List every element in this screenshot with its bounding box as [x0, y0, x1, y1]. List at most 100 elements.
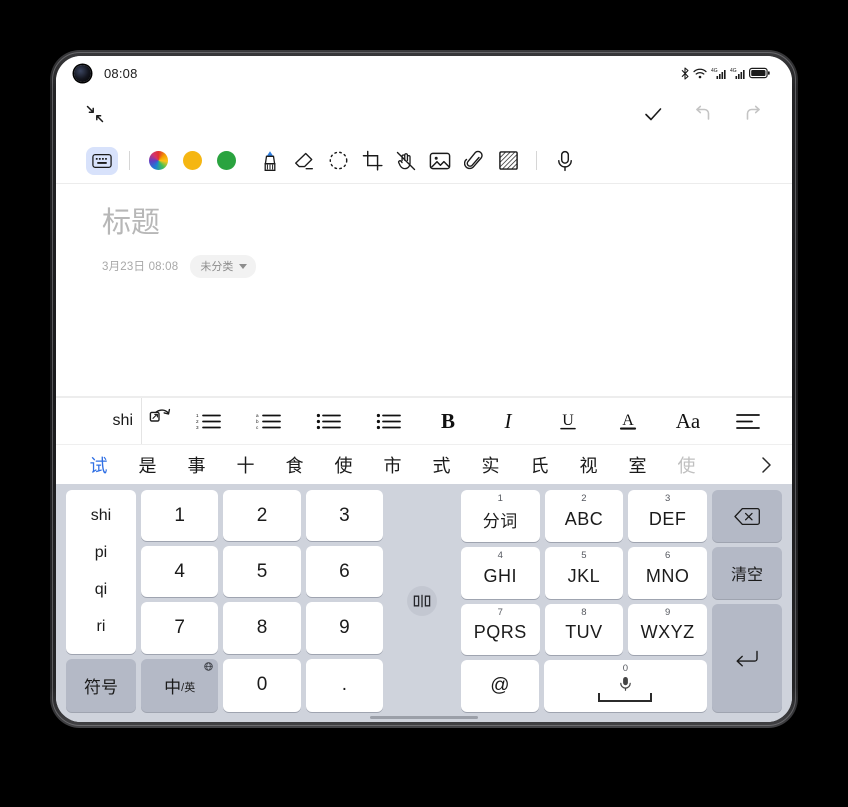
- toolbar-divider-1: [129, 151, 130, 170]
- note-editor-body[interactable]: 标题 3月23日 08:08 未分类: [56, 184, 792, 392]
- key-9[interactable]: 9: [305, 602, 384, 654]
- font-color-button[interactable]: A: [598, 402, 658, 440]
- eraser-tool-button[interactable]: [287, 146, 321, 176]
- pinyin-option[interactable]: ri: [97, 618, 106, 636]
- key-2[interactable]: 2: [223, 490, 301, 542]
- key-t9-3[interactable]: 3 DEF: [628, 490, 707, 542]
- front-camera-punch-hole: [74, 64, 91, 82]
- key-7[interactable]: 7: [141, 602, 219, 654]
- ordered-list-icon: 1 2 3: [196, 413, 221, 430]
- redo-icon[interactable]: [742, 103, 764, 125]
- top-bar-left-group: [84, 103, 106, 125]
- key-3[interactable]: 3: [305, 490, 384, 542]
- pen-tool-button[interactable]: [253, 146, 287, 176]
- insert-image-tool-button[interactable]: [423, 146, 457, 176]
- key-t9-7[interactable]: 7 PQRS: [460, 603, 540, 656]
- key-6[interactable]: 6: [305, 546, 384, 598]
- key-t9-1[interactable]: 1 分词: [460, 490, 540, 542]
- symbols-key[interactable]: 符号: [66, 658, 136, 712]
- key-at[interactable]: @: [460, 660, 539, 712]
- key-t9-9[interactable]: 9 WXYZ: [628, 603, 707, 656]
- key-t9-6[interactable]: 6 MNO: [628, 546, 707, 599]
- bullet-list-alt-button[interactable]: [358, 402, 418, 440]
- navigation-gesture-bar[interactable]: [370, 716, 478, 719]
- candidate-item[interactable]: 式: [417, 452, 466, 478]
- bold-button[interactable]: B: [418, 402, 478, 440]
- candidate-item[interactable]: 试: [74, 452, 123, 478]
- svg-text:2: 2: [196, 419, 199, 424]
- candidate-item[interactable]: 室: [613, 452, 662, 478]
- note-title-input[interactable]: 标题: [102, 206, 792, 241]
- key-5[interactable]: 5: [223, 546, 301, 598]
- keyboard-tool-button[interactable]: [86, 146, 118, 175]
- pinyin-option[interactable]: shi: [91, 507, 111, 525]
- numbered-list-button[interactable]: 1 2 3: [178, 402, 238, 440]
- palm-rejection-tool-button[interactable]: [389, 146, 423, 176]
- underline-button[interactable]: U: [538, 402, 598, 440]
- key-superscript: 7: [497, 606, 503, 618]
- crop-icon: [362, 150, 383, 171]
- voice-record-tool-button[interactable]: [548, 146, 582, 176]
- align-center-button[interactable]: [778, 402, 792, 440]
- collapse-arrows-icon[interactable]: [84, 103, 106, 125]
- key-8[interactable]: 8: [223, 602, 301, 654]
- candidate-item[interactable]: 使: [319, 452, 368, 478]
- italic-button[interactable]: I: [478, 402, 538, 440]
- format-buttons-group: 1 2 3 a b c B I U A Aa: [178, 402, 792, 440]
- key-1[interactable]: 1: [141, 490, 219, 542]
- key-0[interactable]: 0: [223, 658, 301, 712]
- candidate-item[interactable]: 视: [564, 452, 613, 478]
- key-t9-5[interactable]: 5 JKL: [544, 546, 624, 599]
- note-category-chip[interactable]: 未分类: [190, 254, 257, 278]
- space-bar-underline: [598, 693, 653, 703]
- key-t9-2[interactable]: 2 ABC: [544, 490, 624, 542]
- font-size-button[interactable]: Aa: [658, 402, 718, 440]
- color-green-tool-button[interactable]: [209, 146, 243, 176]
- candidate-item[interactable]: 是: [123, 452, 172, 478]
- split-keyboard-handle-icon[interactable]: [407, 586, 437, 616]
- resize-rotate-handle-icon[interactable]: [144, 401, 178, 435]
- candidates-expand-button[interactable]: [759, 455, 774, 475]
- undo-icon[interactable]: [692, 103, 714, 125]
- bullet-list-button[interactable]: [298, 402, 358, 440]
- align-left-button[interactable]: [718, 402, 778, 440]
- color-yellow-tool-button[interactable]: [175, 146, 209, 176]
- candidate-item[interactable]: 氏: [515, 452, 564, 478]
- lettered-list-button[interactable]: a b c: [238, 402, 298, 440]
- paperclip-icon: [464, 150, 483, 169]
- top-bar-right-group: [642, 103, 764, 125]
- chevron-right-icon: [762, 456, 771, 473]
- svg-text:c: c: [256, 425, 259, 430]
- color-wheel-icon: [148, 151, 168, 170]
- key-label: ABC: [564, 508, 604, 529]
- key-4[interactable]: 4: [141, 546, 219, 598]
- pinyin-suggestion-column[interactable]: shi pi qi ri: [66, 490, 136, 654]
- pinyin-option[interactable]: qi: [95, 581, 107, 599]
- enter-key[interactable]: [712, 604, 782, 713]
- candidate-item[interactable]: 食: [270, 452, 319, 478]
- color-wheel-tool-button[interactable]: [141, 146, 175, 176]
- key-period[interactable]: .: [305, 658, 384, 712]
- candidate-item[interactable]: 事: [172, 452, 221, 478]
- checkmark-icon[interactable]: [642, 103, 664, 125]
- candidate-item[interactable]: 使: [662, 452, 711, 478]
- key-t9-4[interactable]: 4 GHI: [460, 546, 540, 599]
- candidate-item[interactable]: 市: [368, 452, 417, 478]
- pinyin-option[interactable]: pi: [95, 544, 107, 562]
- image-icon: [429, 152, 451, 169]
- pattern-fill-tool-button[interactable]: [491, 146, 525, 176]
- lasso-select-tool-button[interactable]: [321, 146, 355, 176]
- attachment-tool-button[interactable]: [457, 146, 491, 176]
- language-switch-key[interactable]: 中 /英: [141, 658, 219, 712]
- candidate-item[interactable]: 实: [466, 452, 515, 478]
- key-t9-8[interactable]: 8 TUV: [544, 603, 624, 656]
- key-space[interactable]: 0: [543, 660, 707, 712]
- device-frame: 08:08 4G 4G 标题 3月23日 08:08 未分类 shi 1 2 3…: [50, 50, 798, 728]
- svg-text:3: 3: [196, 425, 199, 430]
- backspace-key[interactable]: [712, 490, 782, 543]
- clear-key[interactable]: 清空: [712, 547, 782, 600]
- key-superscript: 9: [664, 606, 671, 618]
- candidate-item[interactable]: 十: [221, 452, 270, 478]
- bullet-list-icon: [316, 413, 341, 429]
- crop-tool-button[interactable]: [355, 146, 389, 176]
